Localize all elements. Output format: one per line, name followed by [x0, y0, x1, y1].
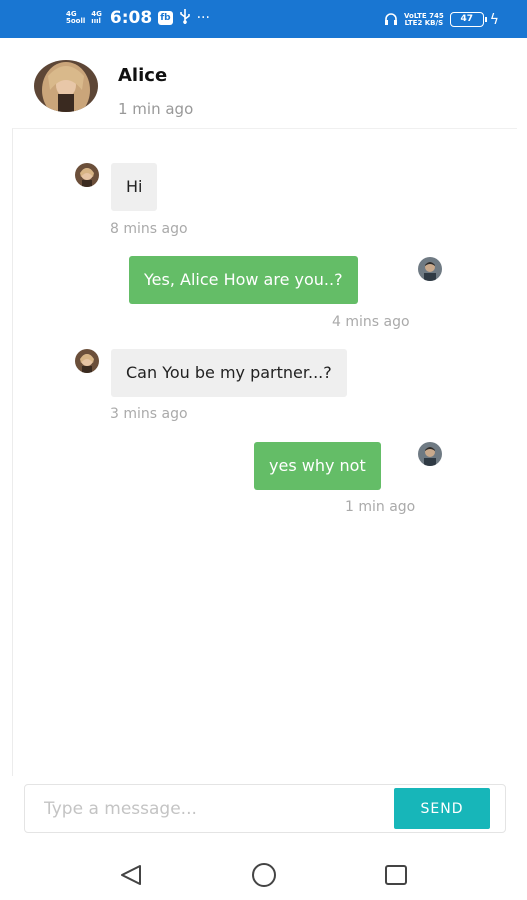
recents-square-icon[interactable]: [381, 860, 411, 890]
send-button[interactable]: SEND: [394, 788, 490, 829]
headphone-icon: [384, 10, 398, 29]
system-navigation-bar: [0, 846, 527, 900]
contact-name: Alice: [118, 65, 168, 86]
battery-level: 47: [460, 14, 474, 24]
message-time: 1 min ago: [345, 499, 416, 515]
message-time: 4 mins ago: [332, 314, 410, 330]
facebook-notification-icon: fb: [158, 11, 173, 25]
incoming-avatar: [75, 163, 99, 187]
home-circle-icon[interactable]: [249, 860, 279, 890]
message-bubble-outgoing[interactable]: yes why not: [254, 442, 381, 490]
signal-sim1: 4G 5ooll: [66, 11, 85, 25]
usb-icon: [179, 8, 191, 28]
incoming-avatar: [75, 349, 99, 373]
message-time: 3 mins ago: [110, 406, 188, 422]
chat-header: Alice 1 min ago: [0, 38, 527, 126]
more-notifications-icon: ···: [196, 10, 210, 26]
network-speed-unit: LTE2 KB/S: [404, 18, 444, 27]
message-bubble-outgoing[interactable]: Yes, Alice How are you..?: [129, 256, 358, 304]
signal-sim2: 4G ıııl: [91, 11, 102, 25]
outgoing-avatar: [418, 442, 442, 466]
message-bubble-incoming[interactable]: Hi: [111, 163, 158, 211]
message-input[interactable]: [26, 786, 392, 831]
signal-bars-2: ıııl: [91, 17, 101, 25]
message-time: 8 mins ago: [110, 221, 188, 237]
status-right: VoLTE 745 LTE2 KB/S 47 ϟ: [384, 10, 499, 29]
battery-icon: 47: [449, 12, 487, 27]
message-list[interactable]: Hi 8 mins ago Yes, Alice How are you..? …: [12, 128, 517, 776]
status-bar: 4G 5ooll 4G ıııl 6:08 fb ··· VoLTE 745 L…: [0, 0, 527, 38]
contact-avatar[interactable]: [34, 60, 98, 112]
contact-last-seen: 1 min ago: [118, 100, 194, 118]
outgoing-avatar: [418, 257, 442, 281]
clock: 6:08: [109, 8, 153, 28]
message-composer: SEND: [24, 784, 506, 833]
message-bubble-incoming[interactable]: Can You be my partner...?: [111, 349, 347, 397]
signal-bars-1: 5ooll: [66, 17, 86, 25]
charging-icon: ϟ: [489, 11, 499, 28]
back-triangle-icon[interactable]: [116, 860, 146, 890]
status-left: 4G 5ooll 4G ıııl 6:08 fb ···: [66, 8, 210, 28]
network-speed: VoLTE 745 LTE2 KB/S: [404, 12, 444, 27]
